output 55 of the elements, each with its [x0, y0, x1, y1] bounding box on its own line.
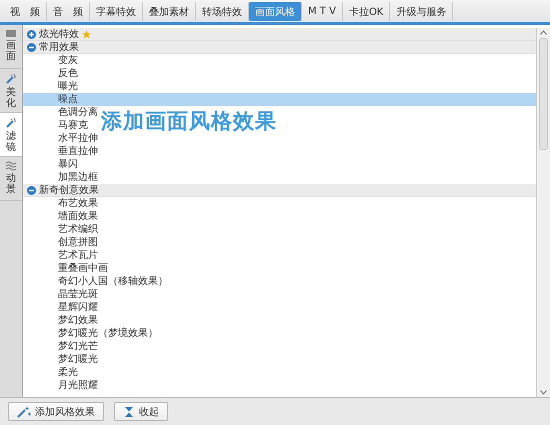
effect-item[interactable]: 奇幻小人国（移轴效果） — [58, 276, 168, 287]
collapse-icon[interactable] — [27, 42, 36, 52]
collapse-button[interactable]: 收起 — [114, 402, 168, 421]
effect-item[interactable]: 垂直拉伸 — [58, 146, 98, 157]
group-header[interactable]: 新奇创意效果 — [23, 184, 536, 197]
effect-item[interactable]: 加黑边框 — [58, 172, 98, 183]
effect-item[interactable]: 梦幻光芒 — [58, 341, 98, 352]
group-header[interactable]: 炫光特效 — [23, 28, 536, 41]
collapse-icon — [123, 406, 135, 418]
effect-item[interactable]: 变灰 — [58, 55, 78, 66]
collapse-icon[interactable] — [27, 186, 36, 194]
group-label: 常用效果 — [39, 40, 79, 54]
magic-wand-icon — [5, 73, 17, 85]
magic-wand-icon — [5, 117, 17, 129]
effect-item[interactable]: 曝光 — [58, 81, 78, 92]
expand-icon[interactable] — [27, 30, 36, 38]
top-tab[interactable]: 叠加素材 — [143, 2, 196, 21]
effect-item[interactable]: 布艺效果 — [58, 198, 98, 209]
effect-item[interactable]: 暴闪 — [58, 159, 78, 170]
top-tab[interactable]: 卡拉OK — [342, 2, 390, 21]
effect-item[interactable]: 艺术编织 — [58, 224, 98, 235]
effect-item[interactable]: 梦幻暖光（梦境效果） — [58, 328, 158, 339]
effect-item[interactable]: 墙面效果 — [58, 211, 98, 222]
wave-icon — [5, 161, 17, 171]
effect-item[interactable]: 月光照耀 — [58, 380, 98, 391]
group-label: 炫光特效 — [39, 28, 79, 40]
star-icon — [82, 30, 91, 38]
effect-item[interactable]: 晶莹光斑 — [58, 289, 98, 300]
scroll-down-icon[interactable] — [540, 390, 547, 395]
top-tab[interactable]: M T V — [302, 2, 343, 21]
top-tab[interactable]: 音 频 — [47, 2, 90, 21]
effect-item[interactable]: 创意拼图 — [58, 237, 98, 248]
top-tab[interactable]: 视 频 — [4, 2, 47, 21]
screen-icon — [5, 29, 17, 38]
scroll-up-icon[interactable] — [540, 30, 547, 35]
effect-item[interactable]: 柔光 — [58, 367, 78, 378]
effect-item[interactable]: 马赛克 — [58, 120, 88, 131]
effect-item[interactable]: 梦幻暖光 — [58, 354, 98, 365]
effect-item[interactable]: 梦幻效果 — [58, 315, 98, 326]
effect-item[interactable]: 艺术瓦片 — [58, 250, 98, 261]
group-header[interactable]: 常用效果 — [23, 41, 536, 54]
scrollbar-thumb[interactable] — [539, 38, 548, 150]
overlay-caption: 添加画面风格效果 — [101, 108, 277, 135]
add-effect-button[interactable]: 添加风格效果 — [8, 402, 104, 421]
top-tab[interactable]: 升级与服务 — [390, 2, 454, 21]
effect-item[interactable]: 反色 — [58, 68, 78, 79]
effect-item[interactable]: 噪点 — [58, 94, 78, 105]
effect-item[interactable]: 星辉闪耀 — [58, 302, 98, 313]
effect-item[interactable]: 色调分离 — [58, 107, 98, 118]
side-tab[interactable]: 滤镜 — [0, 113, 22, 157]
magic-wand-icon — [17, 406, 31, 418]
group-label: 新奇创意效果 — [39, 184, 99, 196]
effect-item[interactable]: 水平拉伸 — [58, 133, 98, 144]
effect-item[interactable]: 重叠画中画 — [58, 263, 108, 274]
top-tab[interactable]: 字幕特效 — [90, 2, 143, 21]
